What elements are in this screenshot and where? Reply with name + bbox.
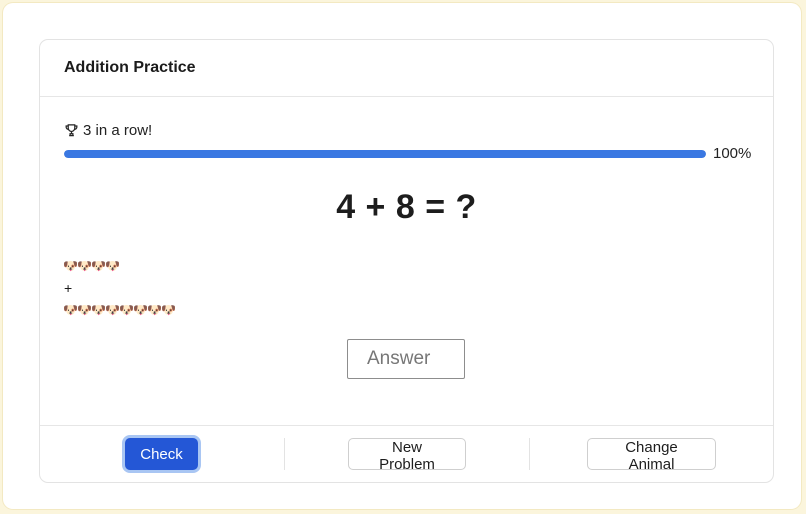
- dog-icon: 🐶: [105, 303, 120, 317]
- practice-card: Addition Practice 3 in a row! 100% 4 + 8…: [39, 39, 774, 483]
- streak-text: 3 in a row!: [83, 122, 153, 139]
- new-problem-button[interactable]: New Problem: [348, 438, 466, 473]
- dog-icon: 🐶: [119, 303, 134, 317]
- card-header: Addition Practice: [40, 40, 773, 97]
- footer-divider: [529, 438, 530, 470]
- change-animal-button[interactable]: Change Animal: [587, 438, 716, 473]
- plus-sign: +: [64, 280, 73, 296]
- dog-icon: 🐶: [91, 259, 106, 273]
- dog-icon: 🐶: [133, 303, 148, 317]
- streak-indicator: 3 in a row!: [64, 122, 152, 139]
- dog-icon: 🐶: [63, 303, 78, 317]
- page-title: Addition Practice: [64, 59, 196, 76]
- problem-equation: 4 + 8 = ?: [336, 188, 477, 226]
- progress-fill: [64, 150, 706, 158]
- dog-icon: 🐶: [77, 303, 92, 317]
- animal-row-second-addend: 🐶 🐶 🐶 🐶 🐶 🐶 🐶 🐶: [63, 299, 176, 321]
- animal-row-first-addend: 🐶 🐶 🐶 🐶: [63, 255, 175, 277]
- trophy-icon: [65, 124, 78, 137]
- dog-icon: 🐶: [147, 303, 162, 317]
- dog-icon: 🐶: [77, 259, 92, 273]
- answer-input[interactable]: [347, 339, 465, 379]
- footer-divider: [284, 438, 285, 470]
- dog-icon: 🐶: [161, 303, 176, 317]
- progress-percent: 100%: [713, 145, 752, 162]
- app-frame: Addition Practice 3 in a row! 100% 4 + 8…: [3, 3, 801, 509]
- card-footer: Check New Problem Change Animal: [40, 425, 773, 482]
- counting-visual: 🐶 🐶 🐶 🐶 + 🐶 🐶 🐶 🐶 🐶 🐶 🐶 🐶: [63, 255, 176, 321]
- dog-icon: 🐶: [63, 259, 78, 273]
- progress-bar: [64, 150, 706, 158]
- dog-icon: 🐶: [91, 303, 106, 317]
- check-button[interactable]: Check: [125, 438, 198, 470]
- dog-icon: 🐶: [105, 259, 120, 273]
